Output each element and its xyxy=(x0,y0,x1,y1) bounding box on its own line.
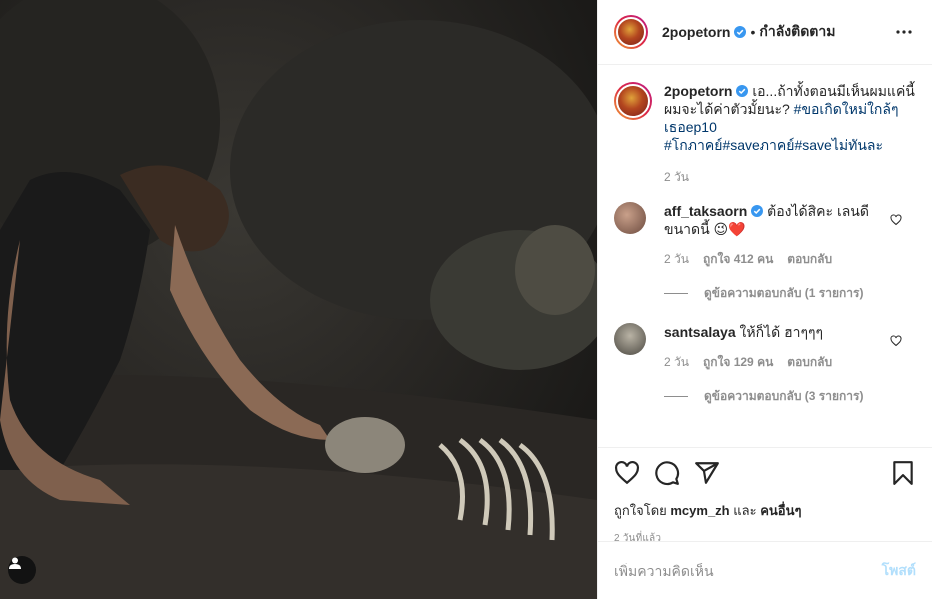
caption: 2popetorn เอ...ถ้าทั้งตอนมีเห็นผมแค่นี้ … xyxy=(614,82,916,186)
verified-badge-icon xyxy=(751,205,764,217)
comment-icon[interactable] xyxy=(654,460,680,486)
comment-username[interactable]: aff_taksaorn xyxy=(664,203,747,219)
likes-summary: ถูกใจโดย mcym_zh และ คนอื่นๆ xyxy=(614,500,916,521)
follow-button[interactable]: กำลังติดตาม xyxy=(759,21,835,43)
post-header: 2popetorn • กำลังติดตาม xyxy=(598,0,932,65)
view-replies-label: ดูข้อความตอบกลับ (1 รายการ) xyxy=(704,286,864,300)
header-separator: • xyxy=(750,24,756,40)
post-button[interactable]: โพสต์ xyxy=(882,560,916,582)
reply-button[interactable]: ตอบกลับ xyxy=(787,353,832,371)
comment-username[interactable]: santsalaya xyxy=(664,324,736,340)
verified-badge-icon xyxy=(734,26,747,38)
comment-item: aff_taksaorn ต้องได้สิคะ เลนดีขนาดนี้ 😉❤… xyxy=(614,202,916,268)
comment-time[interactable]: 2 วัน xyxy=(664,250,689,268)
likes-user[interactable]: mcym_zh xyxy=(670,503,729,518)
bookmark-icon[interactable] xyxy=(890,460,916,486)
share-icon[interactable] xyxy=(694,460,720,486)
view-replies-label: ดูข้อความตอบกลับ (3 รายการ) xyxy=(704,389,864,403)
comment-input[interactable] xyxy=(614,562,882,579)
post-panel: 2popetorn • กำลังติดตาม 2popetorn เอ...ถ… xyxy=(597,0,932,599)
heart-icon[interactable] xyxy=(890,214,902,226)
heart-icon[interactable] xyxy=(614,460,640,486)
comment-form: โพสต์ xyxy=(598,541,932,599)
more-options-icon[interactable] xyxy=(892,20,916,44)
user-tag-icon[interactable] xyxy=(8,556,36,584)
reply-button[interactable]: ตอบกลับ xyxy=(787,250,832,268)
view-replies[interactable]: ดูข้อความตอบกลับ (1 รายการ) xyxy=(664,284,916,303)
likes-others[interactable]: คนอื่นๆ xyxy=(760,503,801,518)
caption-avatar[interactable] xyxy=(614,82,652,120)
caption-hashtags-2[interactable]: #โกภาคย์#saveภาคย์#saveไม่ทันละ xyxy=(664,137,883,153)
comment-item: santsalaya ให้ก็ได้ ฮาๆๆๆ 2 วัน ถูกใจ 12… xyxy=(614,323,916,371)
comment-likes[interactable]: ถูกใจ 412 คน xyxy=(703,250,773,268)
media-image xyxy=(0,0,597,599)
caption-username[interactable]: 2popetorn xyxy=(664,83,732,99)
heart-icon[interactable] xyxy=(890,335,902,347)
likes-prefix: ถูกใจโดย xyxy=(614,503,667,518)
comment-likes[interactable]: ถูกใจ 129 คน xyxy=(703,353,773,371)
caption-time[interactable]: 2 วัน xyxy=(664,168,689,186)
author-avatar[interactable] xyxy=(614,15,648,49)
likes-and: และ xyxy=(733,503,757,518)
comment-time[interactable]: 2 วัน xyxy=(664,353,689,371)
commenter-avatar[interactable] xyxy=(614,202,646,234)
comments-list[interactable]: 2popetorn เอ...ถ้าทั้งตอนมีเห็นผมแค่นี้ … xyxy=(598,66,932,446)
verified-badge-icon xyxy=(736,85,749,97)
view-replies[interactable]: ดูข้อความตอบกลับ (3 รายการ) xyxy=(664,387,916,406)
comment-text: ให้ก็ได้ ฮาๆๆๆ xyxy=(739,324,824,340)
post-actions: ถูกใจโดย mcym_zh และ คนอื่นๆ 2 วันที่แล้… xyxy=(598,447,932,546)
author-username[interactable]: 2popetorn xyxy=(662,24,730,40)
commenter-avatar[interactable] xyxy=(614,323,646,355)
post-media[interactable] xyxy=(0,0,597,599)
